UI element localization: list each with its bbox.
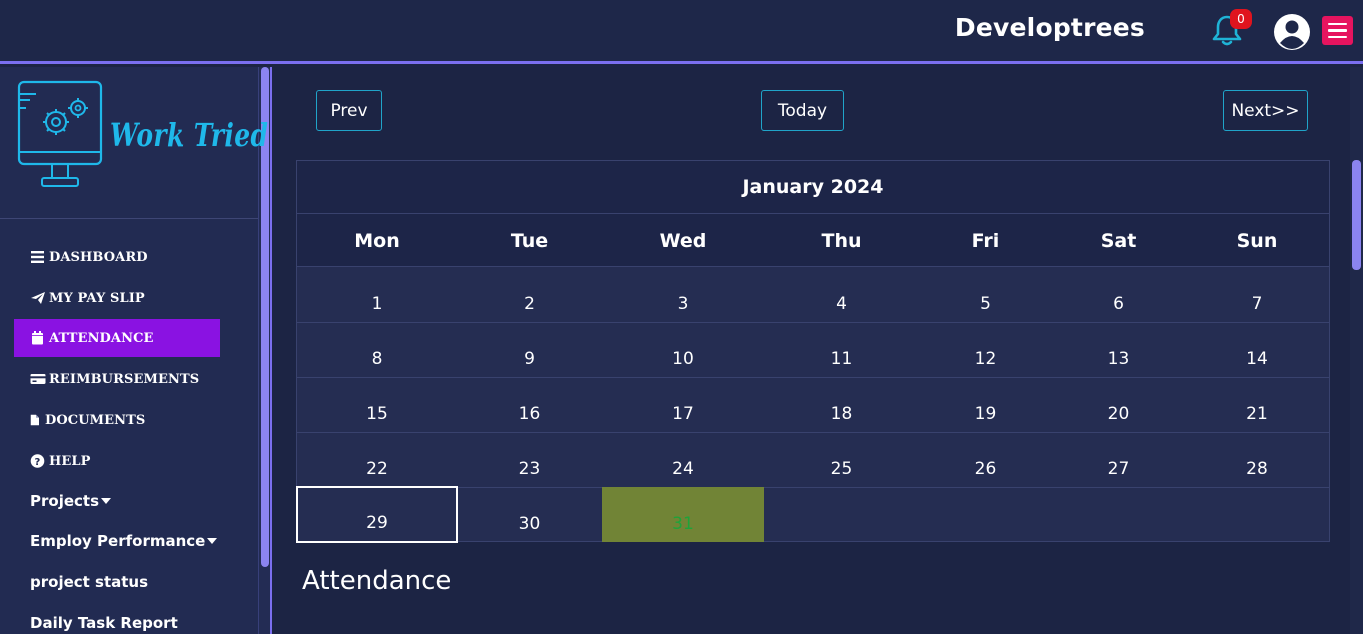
sidebar-item-help[interactable]: ? HELP	[14, 442, 220, 480]
sidebar-item-label: Daily Task Report	[30, 614, 178, 632]
calendar-day-cell[interactable]: 11	[764, 322, 919, 377]
calendar-day-cell[interactable]: 29	[296, 486, 458, 543]
calendar-day-cell[interactable]: 17	[602, 377, 764, 432]
sidebar-item-documents[interactable]: DOCUMENTS	[14, 401, 220, 439]
weekday-header: Tue	[510, 229, 549, 252]
svg-text:?: ?	[35, 457, 41, 468]
today-button[interactable]: Today	[761, 90, 844, 131]
sidebar-item-attendance[interactable]: ATTENDANCE	[14, 319, 220, 357]
logo-text: Work Tried	[110, 116, 269, 154]
calendar-day-cell[interactable]: 30	[457, 487, 602, 542]
weekday-header: Sun	[1236, 229, 1278, 252]
calendar-day-cell[interactable]: 10	[602, 322, 764, 377]
calendar-day-cell[interactable]: 15	[297, 377, 457, 432]
sidebar-item-project-status[interactable]: project status	[14, 563, 220, 601]
calendar-day-cell[interactable]: 16	[457, 377, 602, 432]
calendar-day-cell[interactable]: 27	[1052, 432, 1185, 487]
sidebar-item-label: DASHBOARD	[49, 249, 148, 265]
calendar-day-cell[interactable]: 3	[602, 267, 764, 322]
calendar-day-cell[interactable]: 7	[1185, 267, 1329, 322]
weekday-header: Thu	[821, 229, 862, 252]
weekday-header: Wed	[659, 229, 707, 252]
caret-down-icon	[101, 498, 112, 504]
sidebar-item-employ-performance[interactable]: Employ Performance	[14, 522, 220, 560]
calendar-day-cell[interactable]: 19	[919, 377, 1052, 432]
calendar-day-cell[interactable]: 13	[1052, 322, 1185, 377]
sidebar-item-my-pay-slip[interactable]: MY PAY SLIP	[14, 279, 220, 317]
calendar-day-cell[interactable]: 18	[764, 377, 919, 432]
sidebar-item-reimbursements[interactable]: REIMBURSEMENTS	[14, 360, 220, 398]
sidebar-item-projects[interactable]: Projects	[14, 482, 220, 520]
calendar-day-cell[interactable]: 6	[1052, 267, 1185, 322]
calendar-day-cell[interactable]: 28	[1185, 432, 1329, 487]
calendar-day-cell[interactable]: 24	[602, 432, 764, 487]
sidebar-item-label: REIMBURSEMENTS	[49, 371, 200, 387]
caret-down-icon	[207, 538, 218, 544]
calendar-day-cell[interactable]: 1	[297, 267, 457, 322]
user-circle-icon[interactable]	[1273, 13, 1311, 51]
calendar-day-cell[interactable]: 4	[764, 267, 919, 322]
calendar-day-cell[interactable]: 26	[919, 432, 1052, 487]
calendar-icon	[32, 331, 43, 345]
calendar-weekday-header: Mon Tue Wed Thu Fri Sat Sun	[297, 214, 1329, 267]
notification-badge: 0	[1230, 9, 1252, 29]
hamburger-menu-icon[interactable]	[1322, 16, 1353, 45]
file-icon	[30, 414, 39, 426]
calendar-day-cell[interactable]: 2	[457, 267, 602, 322]
main-scrollbar[interactable]	[1350, 67, 1363, 634]
weekday-header: Sat	[1100, 229, 1137, 252]
calendar-day-cell[interactable]: 9	[457, 322, 602, 377]
logo-divider	[0, 218, 258, 219]
calendar-day-cell[interactable]: 21	[1185, 377, 1329, 432]
sidebar-item-dashboard[interactable]: DASHBOARD	[14, 238, 220, 276]
weekday-header: Fri	[971, 229, 1000, 252]
calendar-day-cell[interactable]: 20	[1052, 377, 1185, 432]
calendar-day-cell[interactable]: 12	[919, 322, 1052, 377]
sidebar-item-label: ATTENDANCE	[49, 330, 154, 346]
calendar-day-cell[interactable]: 14	[1185, 322, 1329, 377]
sidebar-item-daily-task-report[interactable]: Daily Task Report	[14, 604, 220, 634]
calendar-day-cell[interactable]: 22	[297, 432, 457, 487]
sidebar-item-label: project status	[30, 573, 149, 591]
attendance-section-title: Attendance	[302, 566, 452, 596]
attendance-calendar: January 2024 Mon Tue Wed Thu Fri Sat Sun 12345…	[296, 160, 1330, 543]
calendar-day-cell[interactable]: 31	[602, 487, 764, 542]
bars-icon	[31, 251, 44, 263]
paper-plane-icon	[31, 292, 45, 304]
sidebar-item-label: Projects	[30, 492, 100, 510]
calendar-day-cell[interactable]: 8	[297, 322, 457, 377]
calendar-day-cell[interactable]: 25	[764, 432, 919, 487]
weekday-header: Mon	[354, 229, 400, 252]
sidebar-item-label: DOCUMENTS	[45, 412, 146, 428]
calendar-day-cell[interactable]: 5	[919, 267, 1052, 322]
question-circle-icon: ?	[30, 454, 45, 468]
top-header: Developtrees	[0, 0, 1363, 64]
sidebar-item-label: MY PAY SLIP	[49, 290, 145, 306]
main-scroll-thumb[interactable]	[1352, 160, 1361, 270]
prev-month-button[interactable]: Prev	[316, 90, 382, 131]
brand-name: Developtrees	[954, 13, 1145, 42]
calendar-month-title: January 2024	[297, 161, 1329, 214]
credit-card-icon	[30, 374, 46, 384]
calendar-day-cell[interactable]: 23	[457, 432, 602, 487]
sidebar-item-label: Employ Performance	[30, 532, 206, 550]
next-month-button[interactable]: Next>>	[1223, 90, 1308, 131]
sidebar-item-label: HELP	[49, 453, 91, 469]
